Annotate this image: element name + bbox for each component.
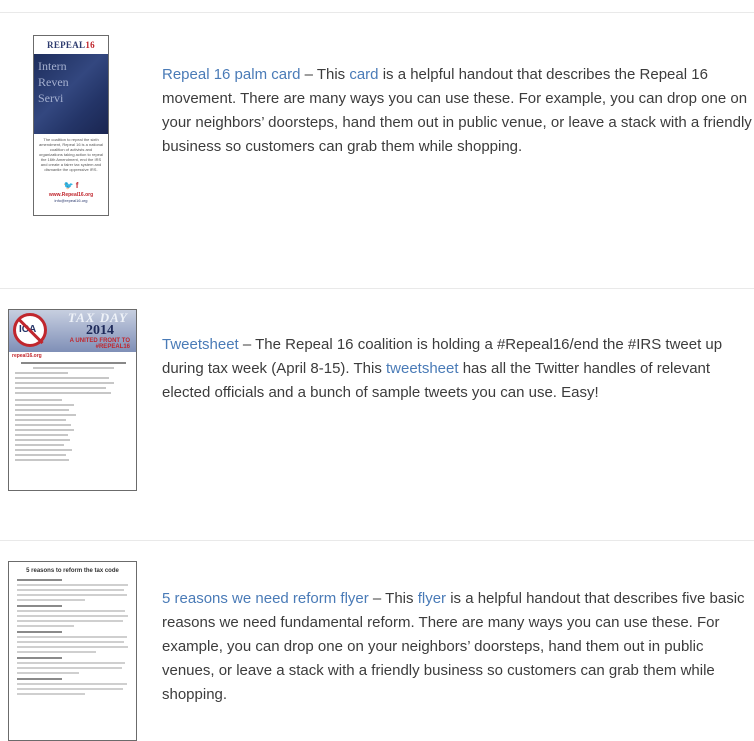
flyer-title-link[interactable]: 5 reasons we need reform flyer xyxy=(162,590,369,607)
palm-card-header: REPEAL16 xyxy=(34,36,108,54)
desc-text: – This xyxy=(368,590,418,607)
palm-card-title-link[interactable]: Repeal 16 palm card xyxy=(162,66,300,83)
palm-card-description: Repeal 16 palm card – This card is a hel… xyxy=(162,63,752,159)
photo-word: Reven xyxy=(38,75,69,89)
photo-word: Intern xyxy=(38,59,67,73)
palm-card-body-text: The coalition to repeal the sixth amendm… xyxy=(38,137,104,172)
flyer-title: 5 reasons to reform the tax code xyxy=(26,568,119,574)
tweetsheet-thumbnail[interactable]: TAX DAY 2014 A UNITED FRONT TO#REPEAL16 … xyxy=(8,309,137,491)
divider xyxy=(0,288,754,289)
flyer-thumbnail[interactable]: 5 reasons to reform the tax code xyxy=(8,561,137,741)
united-front-text: A UNITED FRONT TO #REPEAL16 xyxy=(69,338,130,350)
flyer-text-lines xyxy=(17,579,130,698)
card-link[interactable]: card xyxy=(349,66,378,83)
divider-top xyxy=(0,12,754,13)
palm-card-email: info@repeal16.org xyxy=(54,198,88,203)
palm-card-photo: Intern Reven Servi xyxy=(34,54,108,134)
tweetsheet-title-link[interactable]: Tweetsheet xyxy=(162,336,239,353)
desc-text: – This xyxy=(300,66,350,83)
photo-word: Servi xyxy=(38,91,64,105)
palm-card-thumbnail[interactable]: REPEAL16 Intern Reven Servi The coalitio… xyxy=(33,35,109,216)
tweetsheet-text-lines xyxy=(15,362,132,464)
divider xyxy=(0,540,754,541)
tax-day-year: 2014 xyxy=(86,323,114,338)
flyer-description: 5 reasons we need reform flyer – This fl… xyxy=(162,587,752,707)
tweetsheet-description: Tweetsheet – The Repeal 16 coalition is … xyxy=(162,333,752,405)
ica-logo-icon xyxy=(13,313,47,347)
tweetsheet-link[interactable]: tweetsheet xyxy=(386,360,459,377)
social-icons: 🐦 f xyxy=(63,181,79,190)
flyer-link[interactable]: flyer xyxy=(418,590,446,607)
tweetsheet-site: repeal16.org xyxy=(12,353,42,359)
tweetsheet-banner: TAX DAY 2014 A UNITED FRONT TO#REPEAL16 xyxy=(9,310,136,352)
